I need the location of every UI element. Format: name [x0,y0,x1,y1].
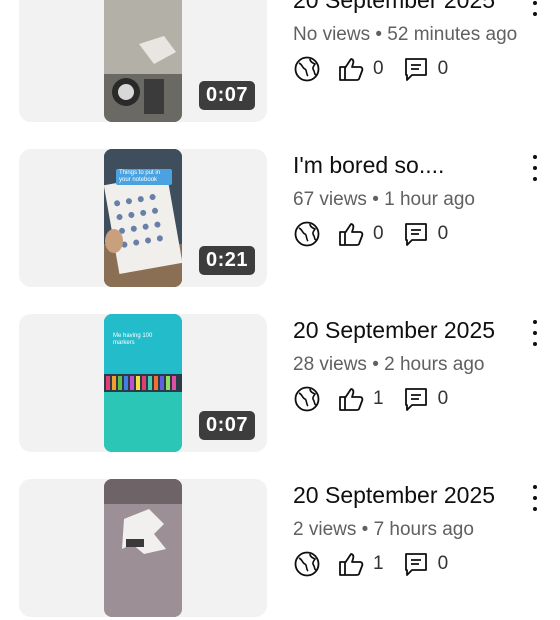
video-thumbnail[interactable] [19,479,267,617]
globe-icon [293,220,321,248]
video-list: 0:07 20 September 2025 No views • 52 min… [0,0,560,620]
comment-count: 0 [437,223,449,244]
like-count: 0 [373,58,384,79]
thumbs-up-icon[interactable] [337,55,365,83]
video-row[interactable]: Things to put in your notebook 0:21 I'm … [0,125,560,290]
thumbnail-image: Things to put in your notebook [104,149,182,287]
video-stats: 0 0 [293,54,466,84]
video-duration: 0:07 [198,81,255,110]
video-title[interactable]: 20 September 2025 [293,482,513,509]
thumbnail-image [104,0,182,122]
comment-count: 0 [437,58,449,79]
globe-icon [293,385,321,413]
video-thumbnail[interactable]: Me having 100 markers 0:07 [19,314,267,452]
video-meta: 67 views • 1 hour ago [293,189,475,210]
video-thumbnail[interactable]: Things to put in your notebook 0:21 [19,149,267,287]
thumbs-up-icon[interactable] [337,550,365,578]
video-stats: 0 0 [293,219,466,249]
video-meta: No views • 52 minutes ago [293,24,518,45]
like-count: 1 [373,388,384,409]
video-row[interactable]: Me having 100 markers 0:07 20 September … [0,290,560,455]
video-title[interactable]: 20 September 2025 [293,317,513,344]
more-vert-icon[interactable] [528,0,542,16]
globe-icon [293,550,321,578]
video-thumbnail[interactable]: 0:07 [19,0,267,122]
video-stats: 1 0 [293,549,466,579]
video-meta: 2 views • 7 hours ago [293,519,474,540]
video-row[interactable]: 0:07 20 September 2025 No views • 52 min… [0,0,560,125]
thumbnail-caption: Me having 100 markers [113,333,153,346]
comment-icon[interactable] [402,385,430,413]
thumbs-up-icon[interactable] [337,385,365,413]
video-meta: 28 views • 2 hours ago [293,354,485,375]
video-duration: 0:07 [198,411,255,440]
comment-count: 0 [437,553,449,574]
comment-icon[interactable] [402,220,430,248]
globe-icon [293,55,321,83]
more-vert-icon[interactable] [528,485,542,511]
video-stats: 1 0 [293,384,466,414]
video-row[interactable]: 20 September 2025 2 views • 7 hours ago … [0,455,560,620]
thumbs-up-icon[interactable] [337,220,365,248]
thumbnail-image: Me having 100 markers [104,314,182,452]
thumbnail-image [104,479,182,617]
like-count: 1 [373,553,384,574]
thumbnail-caption: Things to put in your notebook [116,169,172,185]
comment-icon[interactable] [402,55,430,83]
video-title[interactable]: 20 September 2025 [293,0,513,14]
more-vert-icon[interactable] [528,155,542,181]
comment-icon[interactable] [402,550,430,578]
like-count: 0 [373,223,384,244]
video-title[interactable]: I'm bored so.... [293,152,513,179]
comment-count: 0 [437,388,449,409]
more-vert-icon[interactable] [528,320,542,346]
video-duration: 0:21 [198,246,255,275]
